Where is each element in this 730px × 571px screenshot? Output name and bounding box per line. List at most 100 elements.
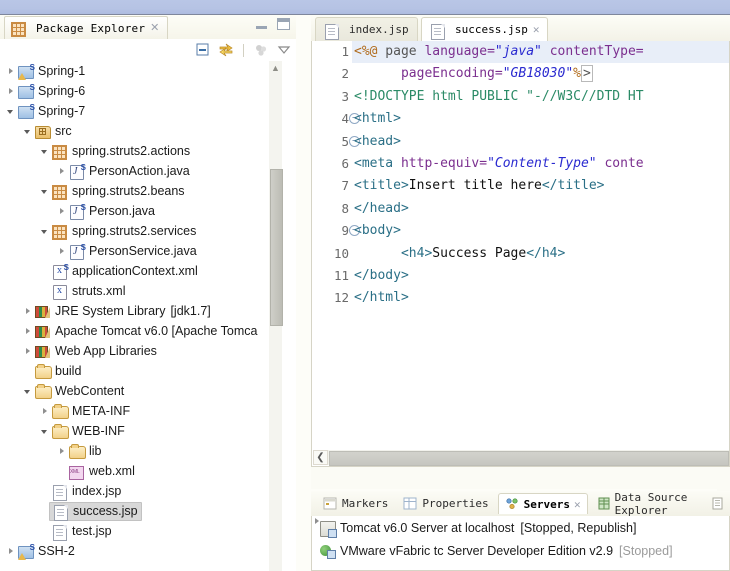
editor-tab-success-jsp[interactable]: success.jsp ✕ (421, 17, 549, 41)
tree-item-label: struts.xml (72, 284, 126, 298)
editor-horizontal-scrollbar[interactable]: ❮ (313, 450, 729, 466)
tree-item-spring-struts2-services[interactable]: spring.struts2.services (0, 221, 278, 241)
expand-arrow-icon[interactable] (23, 386, 34, 397)
tab-data-source-explorer[interactable]: Data Source Explorer (591, 491, 702, 517)
line-number: 7 (341, 178, 349, 194)
server-status: [Stopped] (619, 543, 673, 558)
server-row[interactable]: VMware vFabric tc Server Developer Editi… (312, 539, 729, 562)
tree-item-meta-inf[interactable]: META-INF (0, 401, 278, 421)
vmware-server-icon (320, 543, 336, 559)
tree-item-web-inf[interactable]: WEB-INF (0, 421, 278, 441)
tree-item-web-app-libraries[interactable]: Web App Libraries (0, 341, 278, 361)
editor-tab-index-jsp[interactable]: index.jsp (315, 17, 418, 41)
line-number: 10 (333, 245, 349, 261)
link-with-editor-icon[interactable] (218, 42, 234, 58)
expand-arrow-icon[interactable] (6, 546, 17, 557)
line-number-gutter: 1 2 3 4−5−6 7 8 9−10 11 12 (312, 41, 360, 466)
java-file-icon (69, 243, 86, 260)
close-icon[interactable]: ✕ (150, 22, 159, 34)
tree-item-applicationcontext-xml[interactable]: applicationContext.xml (0, 261, 278, 281)
tree-item-test-jsp[interactable]: test.jsp (0, 521, 278, 541)
tree-item-build[interactable]: build (0, 361, 278, 381)
tree-item-spring-1[interactable]: Spring-1 (0, 61, 278, 81)
view-menu-icon[interactable] (276, 42, 292, 58)
tree-item-lib[interactable]: lib (0, 441, 278, 461)
tab-properties[interactable]: Properties (397, 493, 494, 514)
code-line-12: </html> (352, 287, 729, 309)
tree-item-spring-7[interactable]: Spring-7 (0, 101, 278, 121)
tree-item-personaction-java[interactable]: PersonAction.java (0, 161, 278, 181)
focus-task-icon[interactable] (253, 42, 269, 58)
package-icon (52, 223, 68, 240)
markers-icon (323, 497, 338, 511)
expand-arrow-icon[interactable] (40, 186, 51, 197)
scrollbar-thumb[interactable] (329, 451, 729, 466)
editor-tab-row: index.jsp success.jsp ✕ (311, 15, 730, 41)
expand-arrow-icon[interactable] (57, 246, 68, 257)
toolbar-separator (243, 43, 244, 57)
tree-item-spring-struts2-actions[interactable]: spring.struts2.actions (0, 141, 278, 161)
tab-package-explorer[interactable]: Package Explorer ✕ (4, 16, 169, 39)
expand-arrow-icon[interactable] (23, 126, 34, 137)
expand-arrow-icon[interactable] (57, 166, 68, 177)
expand-arrow-icon[interactable] (23, 346, 34, 357)
expand-arrow-icon[interactable] (6, 66, 17, 77)
tab-snippets[interactable] (705, 493, 730, 514)
tree-item-apache-tomcat-v6-0-apache-tomca[interactable]: Apache Tomcat v6.0 [Apache Tomca (0, 321, 278, 341)
close-icon[interactable]: ✕ (574, 499, 581, 510)
tree-item-webcontent[interactable]: WebContent (0, 381, 278, 401)
expand-arrow-icon[interactable] (57, 206, 68, 217)
tab-markers[interactable]: Markers (317, 493, 394, 514)
expand-arrow-icon[interactable] (40, 226, 51, 237)
folder-icon (69, 443, 86, 459)
line-number: 2 (341, 66, 349, 82)
servers-icon (505, 497, 520, 511)
tree-item-spring-struts2-beans[interactable]: spring.struts2.beans (0, 181, 278, 201)
folder-icon (35, 363, 52, 379)
expand-arrow-icon[interactable] (6, 86, 17, 97)
xml-config-file-icon (52, 263, 69, 280)
tab-label: Package Explorer (36, 21, 146, 35)
editor-area: index.jsp success.jsp ✕ 1 2 3 4−5−6 7 8 9−10 11… (311, 15, 730, 489)
scrollbar-thumb[interactable] (270, 169, 283, 326)
tree-item-label: Apache Tomcat v6.0 [Apache Tomca (55, 324, 258, 338)
project-tree[interactable]: Spring-1Spring-6Spring-7 src spring.struts… (0, 61, 278, 571)
expand-arrow-icon[interactable] (23, 306, 34, 317)
tree-item-index-jsp[interactable]: index.jsp (0, 481, 278, 501)
scroll-up-icon[interactable]: ▲ (269, 61, 282, 75)
tree-item-web-xml[interactable]: web.xml (0, 461, 278, 481)
tree-item-struts-xml[interactable]: struts.xml (0, 281, 278, 301)
minimize-view-button[interactable] (256, 19, 267, 29)
expand-arrow-icon[interactable] (57, 446, 68, 457)
tree-item-ssh-2[interactable]: SSH-2 (0, 541, 278, 561)
tree-item-person-java[interactable]: Person.java (0, 201, 278, 221)
expand-arrow-icon[interactable] (40, 146, 51, 157)
scroll-left-icon[interactable]: ❮ (313, 450, 328, 465)
tab-servers[interactable]: Servers ✕ (497, 493, 588, 514)
tree-item-personservice-java[interactable]: PersonService.java (0, 241, 278, 261)
tree-item-label: lib (89, 444, 102, 458)
expand-arrow-icon[interactable] (23, 326, 34, 337)
source-code[interactable]: <%@ page language="java" contentType= pa… (352, 41, 729, 466)
explorer-vertical-scrollbar[interactable]: ▲ ▼ (269, 61, 283, 571)
code-token: </h4> (526, 245, 566, 261)
scroll-down-icon[interactable]: ▼ (269, 567, 282, 571)
tree-item-label: src (55, 124, 72, 138)
maximize-view-button[interactable] (277, 18, 290, 30)
expand-arrow-icon[interactable] (6, 106, 17, 117)
tree-item-spring-6[interactable]: Spring-6 (0, 81, 278, 101)
editor-body[interactable]: 1 2 3 4−5−6 7 8 9−10 11 12 <%@ page language="ja… (311, 41, 730, 467)
close-icon[interactable]: ✕ (533, 24, 540, 35)
servers-list[interactable]: Tomcat v6.0 Server at localhost [Stopped… (311, 516, 730, 571)
code-line-6: <meta http-equiv="Content-Type" conte (352, 153, 729, 175)
code-token: <html> (354, 111, 401, 127)
server-row[interactable]: Tomcat v6.0 Server at localhost [Stopped… (312, 516, 729, 539)
expand-arrow-icon[interactable] (40, 426, 51, 437)
expand-arrow-icon[interactable] (40, 406, 51, 417)
tree-item-jre-system-library[interactable]: JRE System Library [jdk1.7] (0, 301, 278, 321)
tree-item-success-jsp[interactable]: success.jsp (0, 501, 278, 521)
tree-item-src[interactable]: src (0, 121, 278, 141)
collapse-all-icon[interactable] (195, 42, 211, 58)
code-token: contentType= (541, 44, 644, 59)
code-token: <body> (354, 223, 401, 239)
